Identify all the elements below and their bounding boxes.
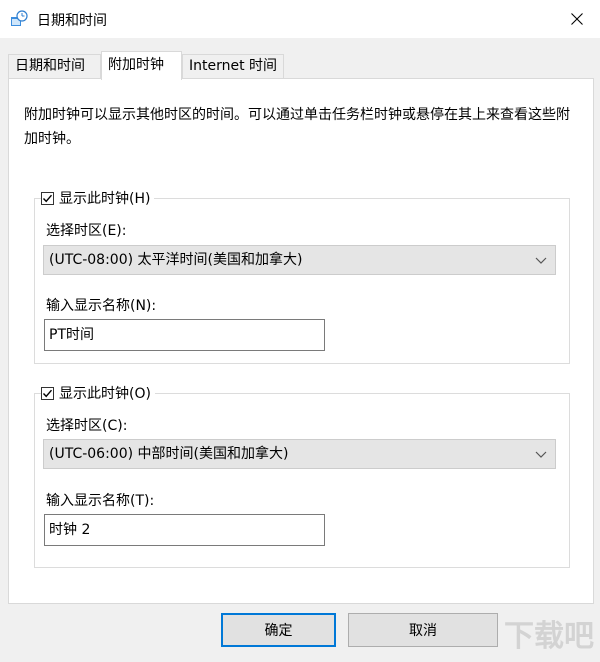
window-title: 日期和时间: [37, 13, 107, 29]
checkmark-icon: [42, 389, 53, 397]
clock1-timezone-label: 选择时区(E):: [46, 223, 127, 239]
datetime-settings-icon: [11, 10, 28, 26]
chevron-down-icon: [535, 451, 547, 458]
clock2-checkbox[interactable]: [41, 386, 54, 400]
clock2-checkbox-label: 显示此时钟(O): [59, 386, 151, 402]
title-bar: 日期和时间: [0, 0, 600, 38]
watermark-logo: 下载吧: [504, 619, 594, 654]
tab-date-time[interactable]: 日期和时间: [8, 54, 101, 78]
clock2-timezone-select[interactable]: (UTC-06:00) 中部时间(美国和加拿大): [43, 439, 556, 469]
close-icon: [571, 13, 583, 25]
close-button[interactable]: [554, 0, 600, 38]
clock2-name-input[interactable]: 时钟 2: [44, 514, 325, 546]
clock2-timezone-value: (UTC-06:00) 中部时间(美国和加拿大): [49, 446, 289, 462]
chevron-down-icon: [535, 257, 547, 264]
clock1-name-input[interactable]: PT时间: [44, 319, 325, 351]
clock1-legend[interactable]: 显示此时钟(H): [41, 188, 155, 208]
cancel-button[interactable]: 取消: [348, 613, 498, 647]
description-text: 附加时钟可以显示其他时区的时间。可以通过单击任务栏时钟或悬停在其上来查看这些附加…: [24, 107, 570, 147]
clock1-timezone-select[interactable]: (UTC-08:00) 太平洋时间(美国和加拿大): [43, 245, 556, 275]
tab-additional-clocks[interactable]: 附加时钟: [101, 51, 182, 80]
clock2-name-label: 输入显示名称(T):: [46, 493, 155, 509]
clock1-checkbox-label: 显示此时钟(H): [59, 191, 151, 207]
ok-button[interactable]: 确定: [221, 613, 336, 647]
clock1-name-label: 输入显示名称(N):: [46, 298, 157, 314]
clock1-timezone-value: (UTC-08:00) 太平洋时间(美国和加拿大): [49, 252, 303, 268]
svg-text:下载吧: 下载吧: [504, 619, 594, 654]
clock1-checkbox[interactable]: [41, 191, 54, 205]
tab-strip: 日期和时间 附加时钟 Internet 时间: [8, 51, 592, 80]
clock2-timezone-label: 选择时区(C):: [46, 418, 128, 434]
checkmark-icon: [42, 194, 53, 202]
tab-internet-time[interactable]: Internet 时间: [182, 54, 284, 78]
clock2-legend[interactable]: 显示此时钟(O): [41, 383, 155, 403]
